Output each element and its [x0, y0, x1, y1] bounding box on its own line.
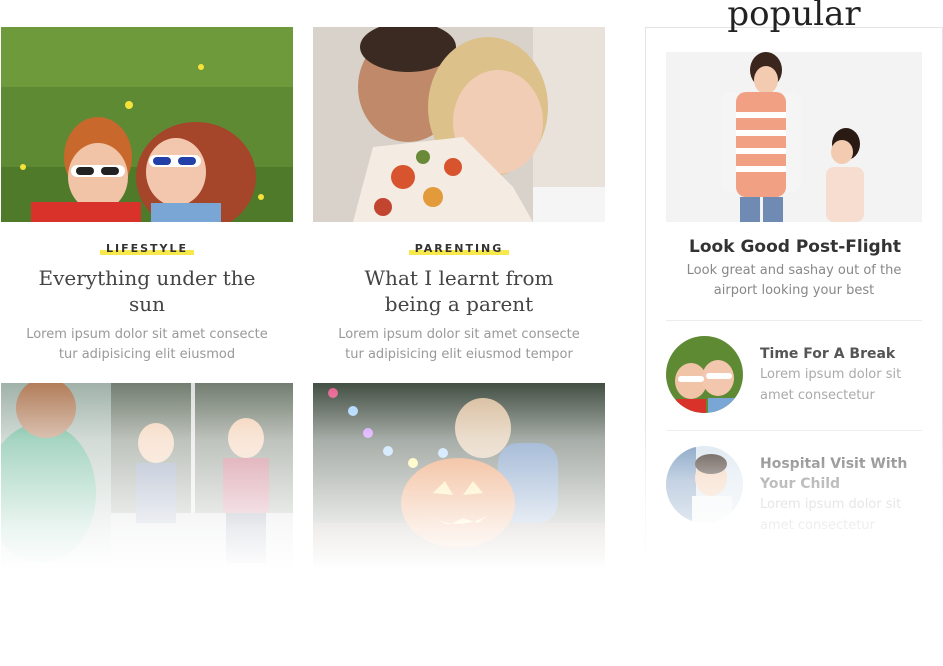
popular-item-title[interactable]: Hospital Visit With Your Child — [760, 454, 920, 494]
category-tag[interactable]: LIFESTYLE — [99, 242, 195, 255]
post-card-parenting: PARENTING What I learnt from being a par… — [313, 27, 605, 365]
popular-sidebar: Look Good Post-Flight Look great and sas… — [645, 27, 943, 587]
divider — [666, 320, 922, 321]
featured-post-title[interactable]: Look Good Post-Flight — [646, 237, 943, 257]
popular-item-title[interactable]: Time For A Break — [760, 344, 920, 364]
popular-item-thumbnail[interactable] — [666, 336, 743, 413]
featured-post-excerpt: Look great and sashay out of the airport… — [686, 263, 902, 298]
post-meta: PARENTING What I learnt from being a par… — [313, 222, 605, 365]
post-image-father-daughter-hug[interactable] — [313, 27, 605, 222]
divider — [666, 430, 922, 431]
post-card-school-kids — [1, 383, 293, 583]
category-tag[interactable]: PARENTING — [408, 242, 510, 255]
post-card-halloween — [313, 383, 605, 583]
post-meta: LIFESTYLE Everything under the sun Lorem… — [1, 222, 293, 365]
popular-item-excerpt: Lorem ipsum dolor sit amet consectetur — [760, 497, 902, 533]
post-excerpt: Lorem ipsum dolor sit amet consecte tur … — [338, 327, 580, 362]
post-title[interactable]: What I learnt from being a parent — [313, 265, 605, 317]
post-title[interactable]: Everything under the sun — [1, 265, 293, 317]
post-image-pumpkin[interactable] — [313, 383, 605, 583]
popular-item-excerpt: Lorem ipsum dolor sit amet consectetur — [760, 367, 902, 403]
post-card-lifestyle: LIFESTYLE Everything under the sun Lorem… — [1, 27, 293, 365]
sidebar-heading: popular — [727, 0, 861, 34]
popular-item-thumbnail[interactable] — [666, 446, 743, 523]
post-excerpt: Lorem ipsum dolor sit amet consecte tur … — [26, 327, 268, 362]
post-image-kids-waving[interactable] — [1, 383, 293, 583]
popular-item[interactable]: Hospital Visit With Your Child Lorem ips… — [666, 446, 926, 533]
post-image-kids-grass[interactable] — [1, 27, 293, 222]
featured-post-image[interactable] — [666, 52, 922, 222]
popular-item[interactable]: Time For A Break Lorem ipsum dolor sit a… — [666, 336, 926, 416]
